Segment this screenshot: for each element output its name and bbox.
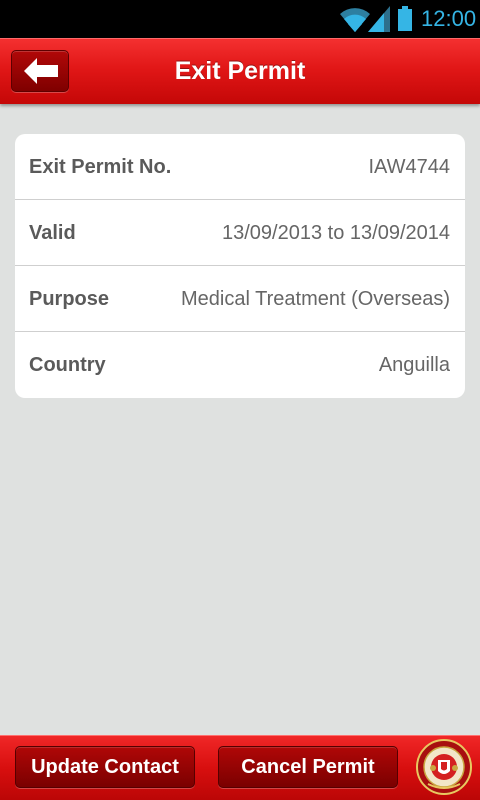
detail-label: Purpose (29, 288, 110, 310)
detail-label: Country (29, 354, 106, 376)
agency-crest-icon (416, 739, 472, 795)
detail-value: IAW4744 (368, 156, 450, 178)
footer-bar: Update Contact Cancel Permit (0, 735, 480, 800)
status-bar: 12:00 (0, 0, 480, 38)
detail-label: Valid (29, 222, 76, 244)
detail-value: Medical Treatment (Overseas) (181, 288, 450, 310)
detail-row-country: Country Anguilla (15, 332, 465, 398)
arrow-left-icon (24, 58, 58, 84)
back-button[interactable] (11, 50, 69, 92)
app-header: Exit Permit (0, 38, 480, 104)
detail-value: Anguilla (378, 354, 450, 376)
detail-row-purpose: Purpose Medical Treatment (Overseas) (15, 266, 465, 332)
page-title: Exit Permit (174, 57, 306, 85)
cancel-permit-button[interactable]: Cancel Permit (218, 746, 398, 788)
detail-label: Exit Permit No. (29, 156, 172, 178)
permit-details-card: Exit Permit No. IAW4744 Valid 13/09/2013… (15, 134, 465, 398)
status-time: 12:00 (421, 6, 477, 31)
update-contact-button[interactable]: Update Contact (15, 746, 195, 788)
detail-row-valid: Valid 13/09/2013 to 13/09/2014 (15, 200, 465, 266)
wifi-icon (340, 8, 370, 32)
detail-row-permit-no: Exit Permit No. IAW4744 (15, 134, 465, 200)
signal-icon (368, 6, 390, 32)
detail-value: 13/09/2013 to 13/09/2014 (222, 222, 450, 244)
battery-icon (398, 6, 412, 31)
